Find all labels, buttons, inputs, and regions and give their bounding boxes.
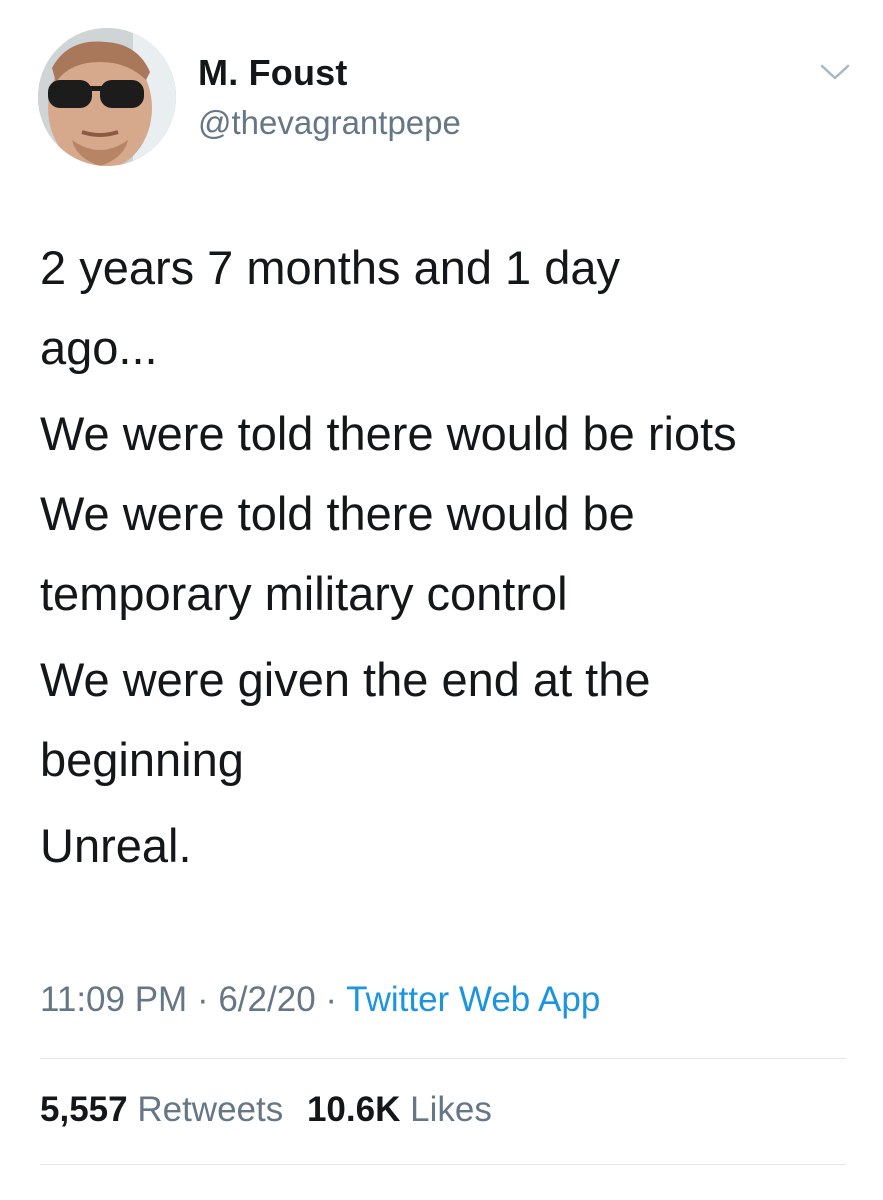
tweet-paragraph: We were given the end at the beginning <box>40 640 860 800</box>
tweet-text-line: ago... <box>40 321 158 374</box>
tweet-paragraph: Unreal. <box>40 806 860 886</box>
tweet-stats: 5,557 Retweets 10.6K Likes <box>40 1090 492 1130</box>
avatar[interactable] <box>38 28 176 166</box>
tweet-text-line: Unreal. <box>40 819 192 872</box>
tweet-time[interactable]: 11:09 PM <box>40 980 187 1019</box>
author-handle[interactable]: @thevagrantpepe <box>198 104 461 142</box>
tweet-paragraph: 2 years 7 months and 1 day ago... <box>40 228 860 388</box>
tweet-text-line: temporary military control <box>40 567 568 620</box>
tweet-date[interactable]: 6/2/20 <box>218 980 315 1019</box>
tweet-text: 2 years 7 months and 1 day ago... We wer… <box>40 228 860 886</box>
likes-count: 10.6K <box>306 1090 401 1129</box>
chevron-down-icon[interactable] <box>818 60 852 84</box>
meta-separator: · <box>325 980 338 1019</box>
tweet-text-line: We were given the end at the <box>40 653 651 706</box>
tweet-meta: 11:09 PM · 6/2/20 · Twitter Web App <box>40 980 600 1020</box>
tweet-source-link[interactable]: Twitter Web App <box>346 980 600 1019</box>
tweet-card: M. Foust @thevagrantpepe 2 years 7 month… <box>0 0 883 1200</box>
retweets-count: 5,557 <box>40 1090 128 1129</box>
author-display-name[interactable]: M. Foust <box>198 52 348 94</box>
tweet-text-line: 2 years 7 months and 1 day <box>40 241 621 294</box>
meta-separator: · <box>196 980 209 1019</box>
tweet-text-line: We were told there would be riots <box>40 407 737 460</box>
tweet-text-line: beginning <box>40 733 244 786</box>
divider <box>40 1058 846 1059</box>
likes-stat[interactable]: 10.6K Likes <box>307 1090 492 1129</box>
retweets-stat[interactable]: 5,557 Retweets <box>40 1090 293 1129</box>
retweets-label: Retweets <box>137 1090 284 1129</box>
tweet-text-line: We were told there would be <box>40 487 635 540</box>
divider <box>40 1164 846 1165</box>
likes-label: Likes <box>410 1090 492 1129</box>
tweet-paragraph: We were told there would be riots We wer… <box>40 394 860 634</box>
